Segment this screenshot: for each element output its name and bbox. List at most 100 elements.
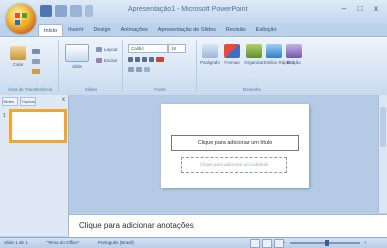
scrollbar-thumb[interactable] — [380, 107, 386, 147]
clipboard-group-label: Área de Transferência — [7, 87, 53, 92]
strikethrough-icon[interactable] — [149, 56, 154, 62]
italic-icon[interactable] — [135, 56, 140, 62]
tab-insert[interactable]: Inserir — [63, 24, 88, 36]
title-placeholder[interactable]: Clique para adicionar um título — [171, 135, 299, 151]
copy-icon — [32, 58, 40, 64]
window-controls: – □ x — [337, 3, 383, 15]
slide-info: Slide 1 de 1 — [4, 240, 28, 245]
office-logo-icon — [15, 13, 27, 25]
layout-icon — [96, 46, 102, 52]
paragraph-button[interactable]: Parágrafo — [200, 44, 220, 65]
undo-icon[interactable] — [55, 5, 67, 17]
cut-button[interactable] — [32, 48, 40, 54]
tab-design[interactable]: Design — [88, 24, 115, 36]
delete-slide-button[interactable]: Excluir — [96, 57, 120, 63]
layout-button[interactable]: Layout — [96, 46, 120, 52]
delete-label: Excluir — [104, 57, 118, 63]
paragraph-icon — [202, 44, 218, 58]
quick-styles-label: Estilos Rápidos — [264, 60, 296, 65]
tab-animations[interactable]: Animações — [116, 24, 153, 36]
tab-review[interactable]: Revisão — [221, 24, 251, 36]
close-button[interactable]: x — [369, 3, 383, 15]
slides-group-label: Slides — [84, 87, 98, 92]
status-bar: Slide 1 de 1 "Tema do Office" Português … — [0, 237, 387, 248]
subtitle-placeholder[interactable]: Clique para adicionar um subtítulo — [181, 157, 287, 173]
zoom-slider-knob[interactable] — [325, 240, 329, 246]
shapes-label: Formas — [224, 60, 240, 65]
font-name-dropdown[interactable]: Calibri — [128, 44, 168, 53]
format-painter-button[interactable] — [32, 68, 40, 74]
tab-outline[interactable]: Tópicos — [20, 97, 36, 106]
arrange-button[interactable]: Organizar — [244, 44, 264, 65]
vertical-scrollbar[interactable] — [378, 95, 387, 213]
office-button[interactable] — [6, 4, 36, 34]
theme-name: "Tema do Office" — [46, 240, 80, 245]
shrink-font-icon[interactable] — [136, 66, 142, 72]
quick-styles-button[interactable]: Estilos Rápidos — [264, 44, 296, 65]
font-extra-buttons — [128, 66, 150, 72]
arrange-label: Organizar — [244, 60, 264, 65]
save-icon[interactable] — [40, 5, 52, 17]
font-group-label: Fonte — [154, 87, 166, 92]
notes-placeholder: Clique para adicionar anotações — [79, 221, 194, 230]
tab-view[interactable]: Exibição — [251, 24, 282, 36]
clipboard-group: Colar Área de Transferência — [2, 40, 59, 92]
paste-button[interactable]: Colar — [8, 46, 28, 67]
new-slide-icon — [65, 44, 89, 62]
font-format-buttons — [128, 56, 164, 62]
shapes-button[interactable]: Formas — [222, 44, 242, 65]
slide-sorter-icon[interactable] — [262, 239, 272, 248]
customize-toolbar-icon[interactable] — [85, 5, 93, 17]
view-buttons — [250, 239, 284, 248]
quick-access-toolbar — [40, 4, 93, 18]
pane-close-icon[interactable]: x — [62, 97, 65, 103]
language[interactable]: Português (Brasil) — [98, 240, 134, 245]
paragraph-label: Parágrafo — [200, 60, 220, 65]
bold-icon[interactable] — [128, 56, 133, 62]
tab-slideshow[interactable]: Apresentação de Slides — [153, 24, 221, 36]
window-title: Apresentação1 - Microsoft PowerPoint — [128, 6, 248, 13]
layout-label: Layout — [104, 46, 118, 52]
slide-number: 1 — [3, 113, 6, 119]
new-slide-label: Slide — [71, 64, 82, 69]
pane-tabs: Slides Tópicos — [2, 97, 66, 106]
maximize-button[interactable]: □ — [353, 3, 367, 15]
powerpoint-window: Apresentação1 - Microsoft PowerPoint – □… — [0, 0, 387, 248]
font-group: Calibri 18 Fonte — [124, 40, 197, 92]
paste-icon — [10, 46, 26, 60]
ribbon: Colar Área de Transferência Slide Layout… — [0, 36, 387, 96]
edit-button[interactable]: Edição — [284, 44, 304, 65]
font-size-dropdown[interactable]: 18 — [168, 44, 186, 53]
ribbon-tabs: Início Inserir Design Animações Apresent… — [38, 24, 282, 37]
minimize-button[interactable]: – — [337, 3, 351, 15]
edit-label: Edição — [287, 60, 301, 65]
tab-slides[interactable]: Slides — [2, 97, 18, 106]
slides-group: Slide Layout Excluir Slides — [60, 40, 123, 92]
paste-label: Colar — [12, 62, 24, 67]
slide-canvas[interactable]: Clique para adicionar um título Clique p… — [161, 104, 309, 188]
shapes-icon — [224, 44, 240, 58]
slide-thumbnail[interactable] — [9, 109, 67, 143]
delete-icon — [96, 57, 102, 63]
zoom-in-button[interactable]: + — [364, 240, 367, 245]
binoculars-icon — [286, 44, 302, 58]
slides-pane: Slides Tópicos x 1 — [0, 95, 69, 236]
drawing-group: Parágrafo Formas Organizar Estilos Rápid… — [198, 40, 306, 92]
notes-pane[interactable]: Clique para adicionar anotações — [69, 214, 387, 237]
cut-icon — [32, 48, 40, 54]
zoom-out-button[interactable]: – — [283, 240, 286, 245]
font-color-icon[interactable] — [156, 56, 164, 62]
clear-format-icon[interactable] — [144, 66, 150, 72]
format-painter-icon — [32, 68, 40, 74]
grow-font-icon[interactable] — [128, 66, 134, 72]
redo-icon[interactable] — [70, 5, 82, 17]
title-bar: Apresentação1 - Microsoft PowerPoint – □… — [0, 0, 387, 24]
normal-view-icon[interactable] — [250, 239, 260, 248]
arrange-icon — [246, 44, 262, 58]
copy-button[interactable] — [32, 58, 40, 64]
drawing-group-label: Desenho — [242, 87, 261, 92]
new-slide-button[interactable]: Slide — [62, 44, 92, 69]
quick-styles-icon — [266, 44, 282, 58]
slide-editor: Clique para adicionar um título Clique p… — [69, 95, 387, 213]
underline-icon[interactable] — [142, 56, 147, 62]
